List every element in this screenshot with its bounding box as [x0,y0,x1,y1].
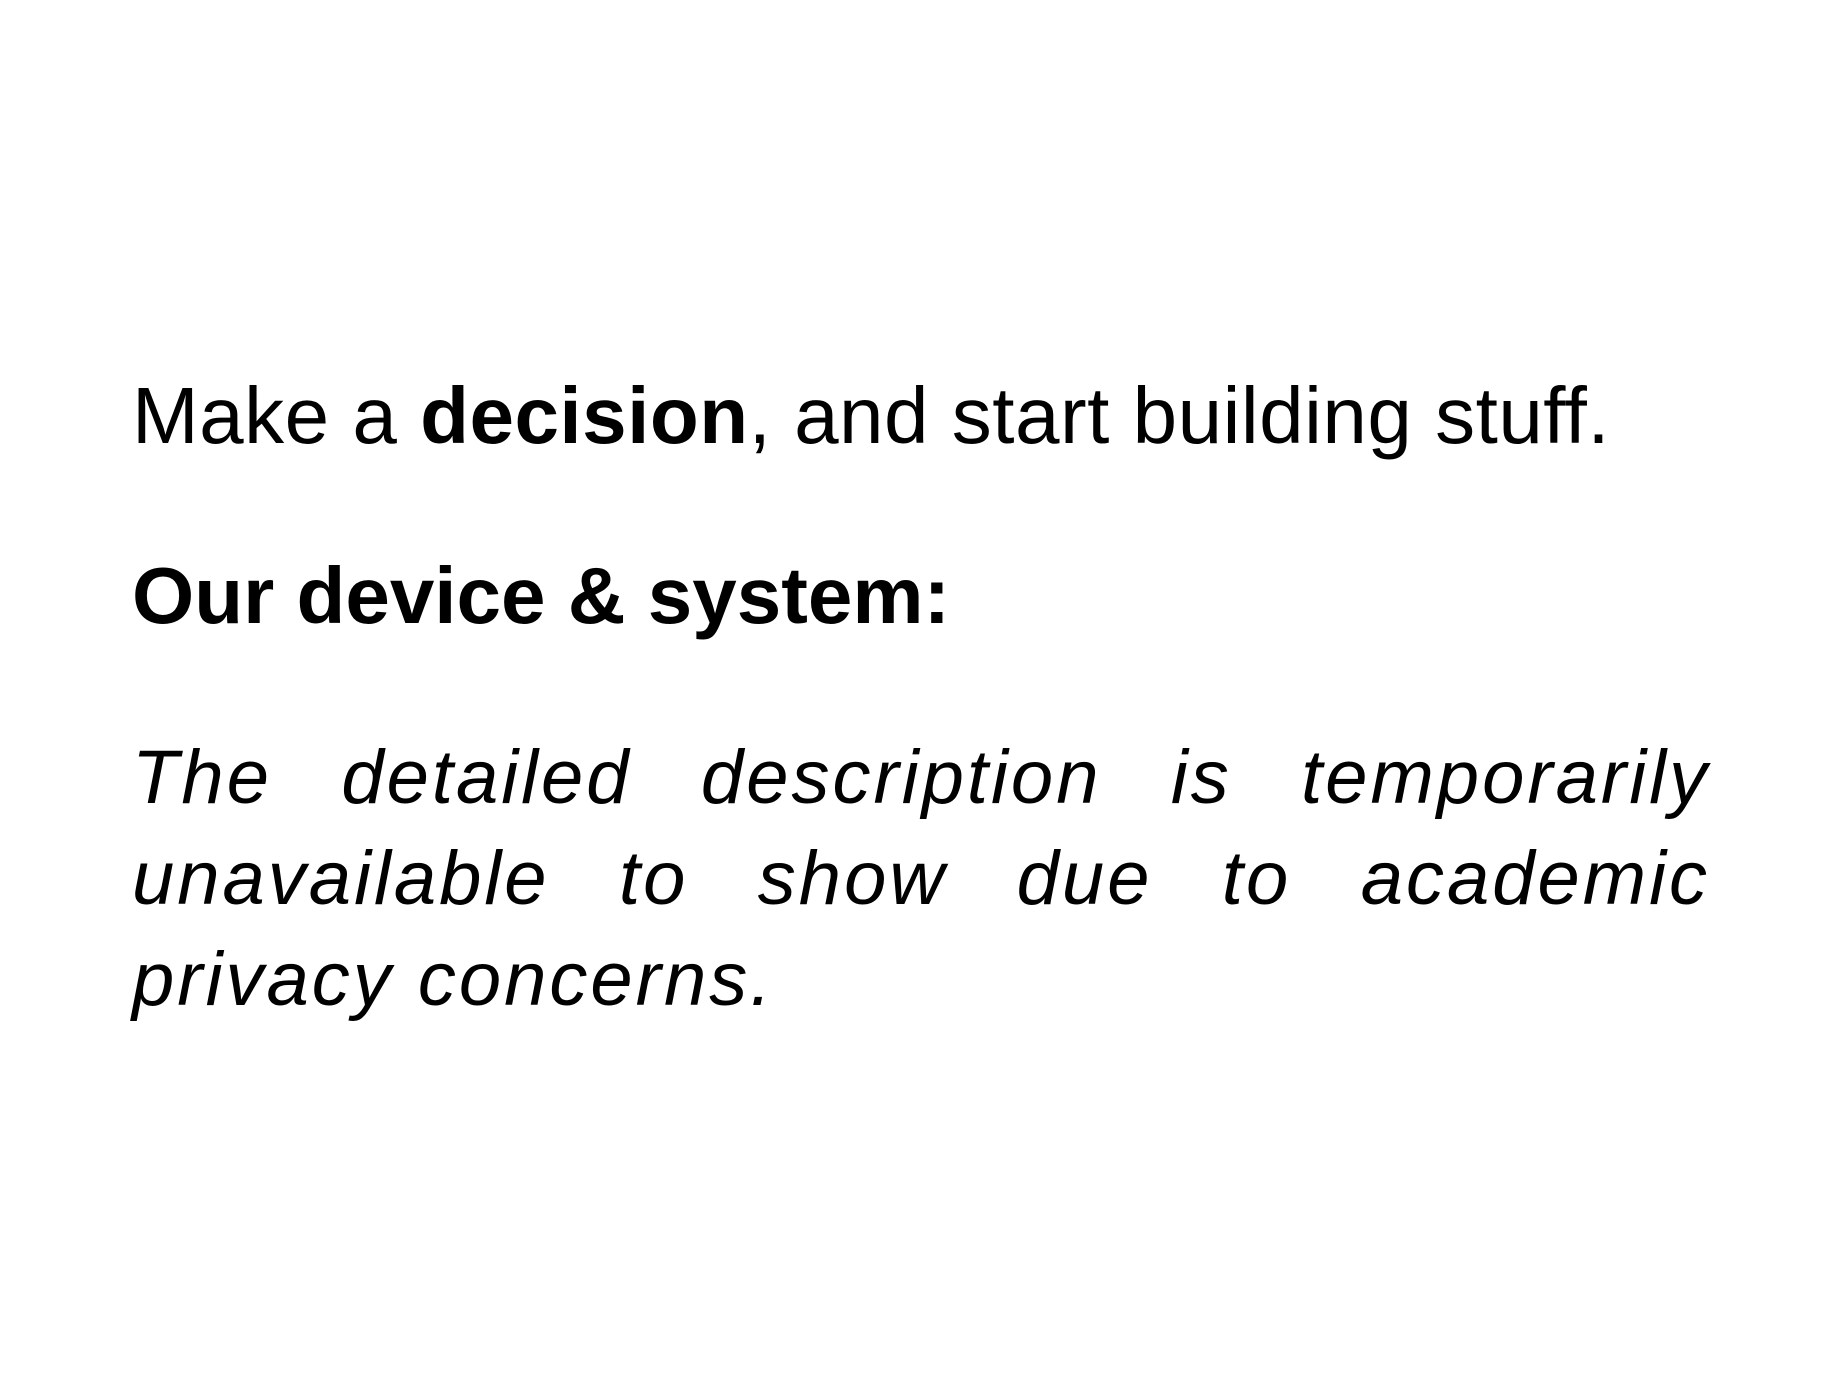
section-heading: Our device & system: [132,551,951,640]
intro-text-after: , and start building stuff. [748,371,1611,460]
description-paragraph: The detailed description is temporarily … [132,735,1710,1022]
intro-text-before: Make a [132,371,421,460]
intro-emphasis: decision [420,371,749,460]
slide: Make a decision, and start building stuf… [0,0,1836,1377]
intro-sentence: Make a decision, and start building stuf… [132,368,1732,464]
